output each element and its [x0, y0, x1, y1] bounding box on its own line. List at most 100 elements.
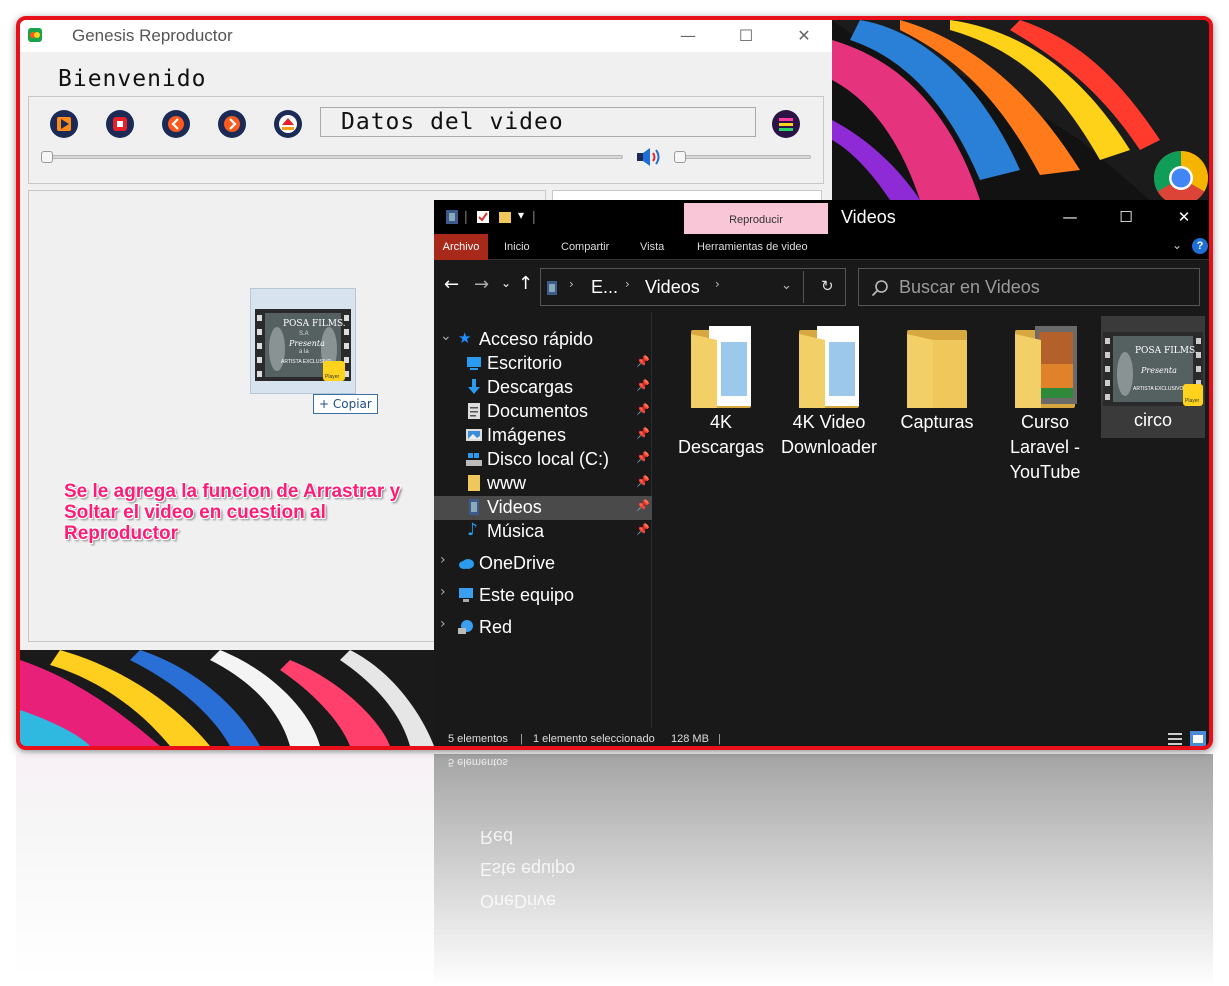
next-button[interactable] [217, 109, 247, 139]
pin-icon[interactable]: 📌 [636, 355, 650, 368]
nav-label: Red [479, 617, 513, 637]
ribbon-expand-icon[interactable]: ⌄ [1172, 238, 1182, 252]
pin-icon[interactable]: 📌 [636, 379, 650, 392]
back-arrow-icon[interactable]: ← [444, 274, 459, 295]
tab-compartir[interactable]: Compartir [561, 234, 609, 260]
nav-item-imagenes[interactable]: Imágenes 📌 [434, 424, 652, 448]
reproducir-context-tab[interactable]: Reproducir [684, 203, 828, 234]
recent-locations-icon[interactable]: ⌄ [501, 276, 511, 290]
progress-slider-thumb[interactable] [41, 151, 53, 163]
close-button[interactable]: ✕ [792, 25, 816, 47]
status-separator: | [520, 733, 523, 745]
file-item-circo[interactable]: POSA FILMS. Presenta ARTISTA EXCLUSIVO P… [1101, 316, 1205, 438]
nav-onedrive[interactable]: › OneDrive [434, 552, 652, 576]
up-arrow-icon[interactable]: ↑ [518, 273, 533, 294]
cloud-icon [459, 559, 474, 569]
reflection-explorer: Este equipo Red OneDrive 5 elementos [434, 754, 1213, 986]
video-info-label: Datos del video [341, 109, 564, 135]
search-input[interactable]: Buscar en Videos [899, 277, 1040, 298]
large-icons-view-icon[interactable] [1190, 731, 1206, 747]
pin-icon[interactable]: 📌 [636, 475, 650, 488]
nav-item-documentos[interactable]: Documentos 📌 [434, 400, 652, 424]
tab-inicio[interactable]: Inicio [504, 234, 530, 260]
explorer-maximize-button[interactable]: ☐ [1114, 206, 1138, 228]
file-item-4k-descargas[interactable]: 4K Descargas [669, 318, 773, 457]
pin-icon[interactable]: 📌 [636, 427, 650, 440]
breadcrumb-current[interactable]: Videos [645, 277, 700, 298]
collapsed-chevron-icon[interactable]: › [440, 552, 446, 568]
nav-item-descargas[interactable]: Descargas 📌 [434, 376, 652, 400]
forward-arrow-icon[interactable]: → [474, 274, 489, 295]
video-icon [469, 499, 479, 515]
maximize-button[interactable]: ☐ [734, 25, 758, 47]
pin-icon[interactable]: 📌 [636, 523, 650, 536]
video-library-icon [547, 281, 557, 295]
video-folder-icon [446, 210, 458, 224]
collapsed-chevron-icon[interactable]: › [440, 616, 446, 632]
nav-quick-access[interactable]: ⌄ ★ Acceso rápido [434, 328, 652, 352]
details-view-icon[interactable] [1168, 732, 1182, 746]
explorer-close-button[interactable]: ✕ [1172, 206, 1196, 228]
tab-herramientas-video[interactable]: Herramientas de video [697, 234, 808, 260]
explorer-minimize-button[interactable]: — [1058, 206, 1082, 228]
nav-label: Documentos [487, 401, 589, 421]
status-size: 128 MB [671, 733, 709, 745]
pin-icon[interactable]: 📌 [636, 451, 650, 464]
help-icon[interactable]: ? [1192, 238, 1208, 254]
collapsed-chevron-icon[interactable]: › [440, 584, 446, 600]
nav-label: OneDrive [479, 553, 556, 573]
copy-badge: + Copiar [313, 394, 378, 414]
breadcrumb-segment[interactable]: E... [591, 277, 618, 298]
pin-icon[interactable]: 📌 [636, 403, 650, 416]
address-bar[interactable]: › E... › Videos › ⌄ ↻ [540, 268, 846, 306]
nav-this-pc[interactable]: › Este equipo [434, 584, 652, 608]
network-icon [458, 620, 473, 634]
nav-label: Música [487, 521, 545, 541]
stop-button[interactable] [105, 109, 135, 139]
tab-vista[interactable]: Vista [640, 234, 664, 260]
file-item-curso-laravel[interactable]: Curso Laravel - YouTube [993, 318, 1097, 482]
nav-item-videos[interactable]: Videos 📌 [434, 496, 652, 520]
status-separator: | [718, 733, 721, 745]
refresh-icon[interactable]: ↻ [821, 277, 834, 295]
folder-icon [907, 330, 967, 408]
video-info-box: Datos del video [320, 107, 756, 137]
previous-button[interactable] [161, 109, 191, 139]
file-item-capturas[interactable]: Capturas [885, 318, 989, 440]
tab-archivo[interactable]: Archivo [434, 234, 488, 260]
computer-icon [459, 588, 473, 602]
search-icon [871, 280, 888, 297]
qat-dropdown-icon[interactable]: ▾ [518, 208, 524, 222]
volume-slider-thumb[interactable] [674, 151, 686, 163]
nav-label: Escritorio [487, 353, 563, 373]
nav-item-www[interactable]: www 📌 [434, 472, 652, 496]
pin-icon[interactable]: 📌 [636, 499, 650, 512]
dragged-video-thumbnail: POSA FILMS. S.A Presenta a la ARTISTA EX… [250, 288, 356, 394]
eject-button[interactable] [273, 109, 303, 139]
minimize-button[interactable]: — [676, 25, 700, 47]
address-dropdown-icon[interactable]: ⌄ [781, 278, 792, 293]
progress-slider-track[interactable] [45, 155, 623, 159]
menu-button[interactable] [771, 109, 801, 139]
new-folder-icon[interactable] [498, 210, 512, 224]
player-titlebar: Genesis Reproductor — ☐ ✕ [20, 20, 832, 52]
nav-label: Imágenes [487, 425, 567, 445]
expanded-chevron-icon[interactable]: ⌄ [440, 328, 452, 344]
properties-icon[interactable] [476, 210, 490, 224]
reflection-player [16, 754, 434, 986]
nav-item-disco-local[interactable]: Disco local (C:) 📌 [434, 448, 652, 472]
search-box[interactable]: Buscar en Videos [858, 268, 1200, 306]
nav-item-musica[interactable]: ♪ Música 📌 [434, 520, 652, 544]
breadcrumb-chevron-icon: › [569, 277, 574, 291]
volume-slider-track[interactable] [681, 155, 811, 159]
file-item-4k-video-downloader[interactable]: 4K Video Downloader [777, 318, 881, 457]
chrome-icon[interactable] [1153, 150, 1209, 206]
nav-item-escritorio[interactable]: Escritorio 📌 [434, 352, 652, 376]
speaker-icon[interactable] [635, 146, 663, 168]
thumbnail-line2: a la [299, 349, 309, 355]
desktop-icon [467, 357, 481, 370]
nav-network[interactable]: › Red [434, 616, 652, 640]
nav-label: Descargas [487, 377, 574, 397]
play-button[interactable] [49, 109, 79, 139]
screenshot-reflection: Este equipo Red OneDrive 5 elementos [16, 754, 1213, 986]
